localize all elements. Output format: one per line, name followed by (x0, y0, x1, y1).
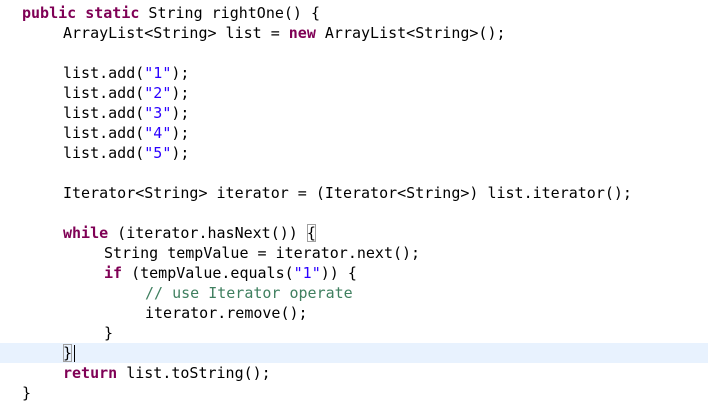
code-line[interactable]: iterator.remove(); (0, 303, 708, 323)
code-token: Iterator<String> iterator = (Iterator<St… (63, 184, 632, 202)
code-line-text: list.add("2"); (63, 83, 189, 103)
code-token: list.add( (63, 104, 145, 122)
code-line-text: } (63, 343, 76, 363)
code-token: } (22, 384, 32, 402)
code-line[interactable] (0, 43, 708, 63)
string-literal-token: "3" (144, 104, 172, 122)
string-literal-token: "5" (144, 144, 172, 162)
code-line-text: } (22, 383, 31, 403)
code-line-text: list.add("5"); (63, 143, 189, 163)
keyword-token: public static (22, 4, 140, 22)
code-line-text: // use Iterator operate (145, 283, 353, 303)
code-line[interactable]: ArrayList<String> list = new ArrayList<S… (0, 23, 708, 43)
text-cursor (74, 345, 76, 362)
comment-token: // use Iterator operate (145, 284, 353, 302)
code-token: list.add( (63, 144, 145, 162)
code-token: list.add( (63, 124, 145, 142)
code-line-text: list.add("3"); (63, 103, 189, 123)
code-token: ); (171, 84, 190, 102)
code-line[interactable]: while (iterator.hasNext()) { (0, 223, 708, 243)
code-line-text: String tempValue = iterator.next(); (104, 243, 420, 263)
code-line-text: iterator.remove(); (145, 303, 308, 323)
code-line[interactable] (0, 163, 708, 183)
code-line[interactable]: return list.toString(); (0, 363, 708, 383)
code-line-text: return list.toString(); (63, 363, 271, 383)
keyword-token: new (288, 24, 316, 42)
keyword-token: return (63, 364, 118, 382)
code-token: list.add( (63, 84, 145, 102)
code-line[interactable] (0, 203, 708, 223)
code-line-text: public static String rightOne() { (22, 3, 320, 23)
code-line-text: ArrayList<String> list = new ArrayList<S… (63, 23, 506, 43)
code-token: ); (171, 124, 190, 142)
code-token: (iterator.hasNext()) (108, 224, 307, 242)
code-line-text: } (104, 323, 113, 343)
code-line[interactable]: list.add("2"); (0, 83, 708, 103)
code-token: } (104, 324, 114, 342)
code-token: String tempValue = iterator.next(); (104, 244, 421, 262)
code-token: iterator.remove(); (145, 304, 308, 322)
code-token: (tempValue.equals( (122, 264, 294, 282)
keyword-token: if (104, 264, 123, 282)
code-line[interactable]: list.add("3"); (0, 103, 708, 123)
current-code-line[interactable]: } (0, 343, 708, 363)
code-token: ); (171, 64, 190, 82)
code-line[interactable]: public static String rightOne() { (0, 3, 708, 23)
code-line-text: Iterator<String> iterator = (Iterator<St… (63, 183, 632, 203)
keyword-token: while (63, 224, 109, 242)
code-token: list.add( (63, 64, 145, 82)
string-literal-token: "4" (144, 124, 172, 142)
code-line-text: if (tempValue.equals("1")) { (104, 263, 357, 283)
matching-brace: { (306, 224, 316, 242)
code-line[interactable]: } (0, 383, 708, 403)
code-line[interactable]: list.add("4"); (0, 123, 708, 143)
code-line-text: list.add("1"); (63, 63, 189, 83)
code-line[interactable]: String tempValue = iterator.next(); (0, 243, 708, 263)
string-literal-token: "1" (293, 264, 321, 282)
code-line[interactable]: list.add("5"); (0, 143, 708, 163)
code-line-text: list.add("4"); (63, 123, 189, 143)
code-token: ArrayList<String> list = (63, 24, 289, 42)
code-token: ); (171, 104, 190, 122)
code-token: list.toString(); (117, 364, 271, 382)
code-line[interactable]: Iterator<String> iterator = (Iterator<St… (0, 183, 708, 203)
string-literal-token: "1" (144, 64, 172, 82)
code-editor[interactable]: public static String rightOne() {ArrayLi… (0, 0, 708, 402)
code-token: ); (171, 144, 190, 162)
code-line-text: while (iterator.hasNext()) { (63, 223, 316, 243)
string-literal-token: "2" (144, 84, 172, 102)
code-token: String rightOne() { (139, 4, 321, 22)
matching-brace: } (63, 344, 73, 362)
code-token: )) { (320, 264, 357, 282)
code-token: ArrayList<String>(); (315, 24, 506, 42)
code-line[interactable]: } (0, 323, 708, 343)
code-line[interactable]: list.add("1"); (0, 63, 708, 83)
code-line[interactable]: // use Iterator operate (0, 283, 708, 303)
code-line[interactable]: if (tempValue.equals("1")) { (0, 263, 708, 283)
